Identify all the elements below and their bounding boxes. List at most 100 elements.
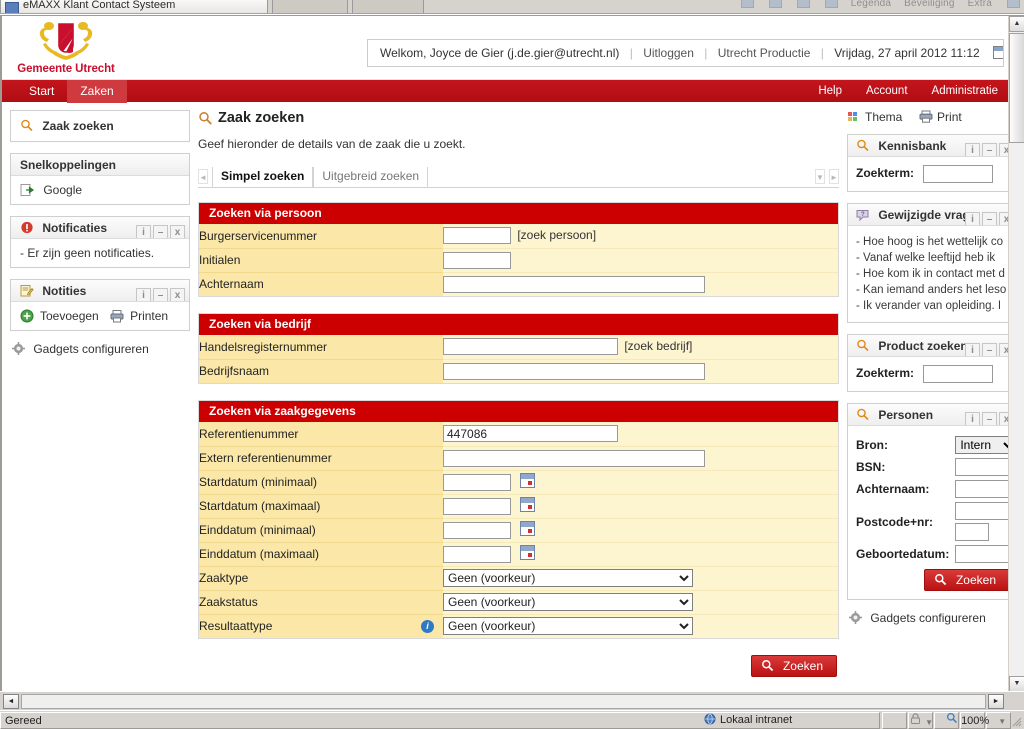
menu-item-legenda[interactable]: Legenda <box>851 0 891 9</box>
status-zone[interactable]: Lokaal intranet <box>700 712 890 729</box>
scroll-up-button[interactable]: ▲ <box>1009 16 1024 32</box>
handelsregisternummer-input[interactable] <box>443 338 618 356</box>
info-button[interactable]: i <box>136 288 151 301</box>
achternaam-input[interactable] <box>443 275 705 293</box>
minimize-button[interactable]: – <box>982 412 997 425</box>
minimize-button[interactable]: – <box>153 225 168 238</box>
product-zoekterm-input[interactable] <box>923 365 994 383</box>
zoek-persoon-link[interactable]: [zoek persoon] <box>517 228 596 242</box>
nav-link-help[interactable]: Help <box>806 80 854 103</box>
scroll-left-button[interactable]: ◄ <box>3 694 19 709</box>
list-item[interactable]: - Hoe kom ik in contact met d <box>856 266 1010 282</box>
zoom-dropdown-arrow[interactable]: ▼ <box>998 717 1006 726</box>
zaakstatus-select[interactable]: Geen (voorkeur) <box>443 593 693 611</box>
info-button[interactable]: i <box>965 143 980 156</box>
panel-zaak-zoeken[interactable]: Zaak zoeken <box>10 110 190 142</box>
einddatum-minimaal-input[interactable] <box>443 521 511 539</box>
initialen-input[interactable] <box>443 251 511 269</box>
menu-item-extra[interactable]: Extra <box>968 0 992 9</box>
menu-item-beveiliging[interactable]: Beveiliging <box>904 0 955 9</box>
hscroll-track[interactable] <box>21 694 986 709</box>
bron-select[interactable]: Intern <box>955 436 1010 454</box>
startdatum-minimaal-input[interactable] <box>443 473 511 491</box>
calendar-icon[interactable] <box>993 46 1003 59</box>
scroll-thumb[interactable] <box>1009 33 1024 143</box>
bsn-input[interactable] <box>955 458 1010 476</box>
gadgets-configureren-link-right[interactable]: Gadgets configureren <box>847 611 1010 625</box>
notities-print-label: Printen <box>130 309 169 323</box>
zaaktype-select[interactable]: Geen (voorkeur) <box>443 569 693 587</box>
gadgets-configureren-link-left[interactable]: Gadgets configureren <box>10 342 190 356</box>
zoeken-button[interactable]: Zoeken <box>750 655 837 677</box>
field-bedrijfsnaam <box>443 359 838 383</box>
browser-tab-empty-1[interactable] <box>272 0 348 13</box>
page-horizontal-scrollbar[interactable]: ◄ ► <box>0 691 1024 710</box>
scroll-down-button[interactable]: ▼ <box>1009 676 1024 691</box>
tabs-scroll-left[interactable]: ◄ <box>198 169 208 184</box>
info-button[interactable]: i <box>965 412 980 425</box>
help-icon[interactable] <box>1007 0 1020 8</box>
toolbar-icon-mail[interactable] <box>740 0 754 8</box>
shortcut-google[interactable]: Google <box>20 183 180 197</box>
notities-add-action[interactable]: Toevoegen <box>20 309 102 323</box>
site-logo[interactable]: Gemeente Utrecht <box>10 18 122 75</box>
referentienummer-input[interactable] <box>443 425 618 443</box>
tab-uitgebreid-zoeken[interactable]: Uitgebreid zoeken <box>313 167 429 188</box>
burgerservicenummer-input[interactable] <box>443 227 511 245</box>
geboortedatum-input[interactable] <box>955 545 1010 563</box>
nav-tab-start[interactable]: Start <box>16 80 67 103</box>
kennisbank-zoekterm-input[interactable] <box>923 165 994 183</box>
list-item[interactable]: - Hoe hoog is het wettelijk co <box>856 234 1010 250</box>
print-link[interactable]: Print <box>919 110 962 124</box>
huisnummer-input[interactable] <box>955 523 990 541</box>
einddatum-maximaal-input[interactable] <box>443 545 511 563</box>
personen-achternaam-input[interactable] <box>955 480 1010 498</box>
info-button[interactable]: i <box>965 212 980 225</box>
tab-simpel-zoeken[interactable]: Simpel zoeken <box>212 167 314 188</box>
logout-link[interactable]: Uitloggen <box>643 46 694 60</box>
thema-link[interactable]: Thema <box>847 110 906 124</box>
tabs-scroll-down[interactable]: ▼ <box>815 169 825 184</box>
tabs-scroll-right[interactable]: ► <box>829 169 839 184</box>
bedrijfsnaam-input[interactable] <box>443 362 705 380</box>
list-item[interactable]: - Ik verander van opleiding. I <box>856 298 1010 314</box>
toolbar-icon-page[interactable] <box>796 0 810 8</box>
close-button[interactable]: x <box>170 225 185 238</box>
resultaattype-select[interactable]: Geen (voorkeur) <box>443 617 693 636</box>
status-security[interactable]: ▼ <box>905 712 940 729</box>
nav-link-administratie[interactable]: Administratie <box>920 80 1010 103</box>
info-icon[interactable]: i <box>421 619 434 633</box>
info-button[interactable]: i <box>136 225 151 238</box>
browser-tab[interactable]: eMAXX Klant Contact Systeem <box>0 0 268 13</box>
list-item[interactable]: - Vanaf welke leeftijd heb ik <box>856 250 1010 266</box>
calendar-icon[interactable] <box>520 545 536 561</box>
info-button[interactable]: i <box>965 343 980 356</box>
personen-zoeken-button[interactable]: Zoeken <box>923 569 1010 591</box>
notities-print-action[interactable]: Printen <box>110 309 168 323</box>
close-button[interactable]: x <box>170 288 185 301</box>
zoek-bedrijf-link[interactable]: [zoek bedrijf] <box>624 339 692 353</box>
minimize-button[interactable]: – <box>982 212 997 225</box>
extern-referentienummer-input[interactable] <box>443 449 705 467</box>
resize-grip-icon[interactable] <box>1009 714 1023 728</box>
page-vertical-scrollbar[interactable]: ▲ ▼ <box>1008 16 1024 691</box>
scroll-right-button[interactable]: ► <box>988 694 1004 709</box>
toolbar-icon-tools[interactable] <box>824 0 838 8</box>
security-dropdown-arrow[interactable]: ▼ <box>925 718 933 727</box>
minimize-button[interactable]: – <box>153 288 168 301</box>
nav-link-account[interactable]: Account <box>854 80 920 103</box>
minimize-button[interactable]: – <box>982 143 997 156</box>
calendar-icon[interactable] <box>520 497 536 513</box>
status-zoom[interactable]: 100% ▼ <box>942 712 1014 729</box>
environment-link[interactable]: Utrecht Productie <box>718 46 811 60</box>
browser-menu-bar[interactable]: Legenda Beveiliging Extra <box>729 0 1020 12</box>
postcode-input[interactable] <box>955 502 1010 520</box>
startdatum-maximaal-input[interactable] <box>443 497 511 515</box>
list-item[interactable]: - Kan iemand anders het leso <box>856 282 1010 298</box>
toolbar-icon-print[interactable] <box>768 0 782 8</box>
calendar-icon[interactable] <box>520 473 536 489</box>
browser-tab-empty-2[interactable] <box>352 0 424 13</box>
nav-tab-zaken[interactable]: Zaken <box>67 80 127 103</box>
minimize-button[interactable]: – <box>982 343 997 356</box>
calendar-icon[interactable] <box>520 521 536 537</box>
